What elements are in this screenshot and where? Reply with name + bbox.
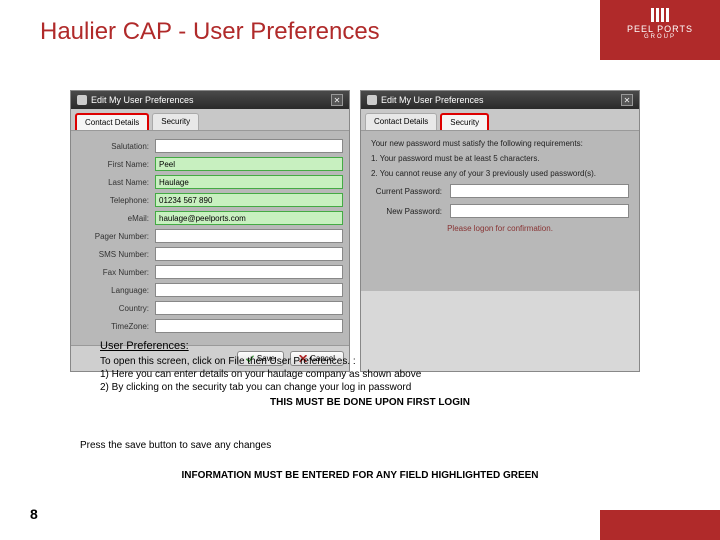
tab-contact-details[interactable]: Contact Details [365,113,437,130]
tabs-contact: Contact Details Security [71,109,349,131]
tab-security[interactable]: Security [440,113,489,130]
window-title-text: Edit My User Preferences [381,95,484,105]
instruction-line-1: 1) Here you can enter details on your ha… [100,369,640,380]
label-timezone: TimeZone: [77,322,155,331]
titlebar-contact: Edit My User Preferences ✕ [71,91,349,109]
instruction-line-2: 2) By clicking on the security tab you c… [100,382,640,393]
label-new-password: New Password: [371,207,450,216]
close-icon[interactable]: ✕ [331,94,343,106]
instructions: User Preferences: To open this screen, c… [100,340,640,408]
brand-name: PEEL PORTS [600,24,720,34]
label-last-name: Last Name: [77,178,155,187]
security-rule-2: 2. You cannot reuse any of your 3 previo… [371,169,629,178]
page-number: 8 [30,506,38,522]
label-email: eMail: [77,214,155,223]
label-first-name: First Name: [77,160,155,169]
window-security: Edit My User Preferences ✕ Contact Detai… [360,90,640,372]
input-language[interactable] [155,283,343,297]
input-timezone[interactable] [155,319,343,333]
close-icon[interactable]: ✕ [621,94,633,106]
instructions-heading: User Preferences: [100,340,640,352]
label-salutation: Salutation: [77,142,155,151]
tabs-security: Contact Details Security [361,109,639,131]
label-pager: Pager Number: [77,232,155,241]
security-intro: Your new password must satisfy the follo… [371,139,629,148]
label-telephone: Telephone: [77,196,155,205]
input-last-name[interactable] [155,175,343,189]
brand-group: GROUP [600,34,720,40]
press-save-note: Press the save button to save any change… [80,440,271,451]
gear-icon [77,95,87,105]
security-form: Your new password must satisfy the follo… [361,131,639,291]
brand-bars [600,8,720,22]
input-pager[interactable] [155,229,343,243]
label-fax: Fax Number: [77,268,155,277]
instruction-bold: THIS MUST BE DONE UPON FIRST LOGIN [100,397,640,408]
instruction-line-0: To open this screen, click on File then … [100,356,640,367]
green-field-warning: INFORMATION MUST BE ENTERED FOR ANY FIEL… [0,470,720,481]
tab-contact-details[interactable]: Contact Details [75,113,149,130]
security-rule-1: 1. Your password must be at least 5 char… [371,154,629,163]
brand-block: PEEL PORTS GROUP [600,0,720,60]
page-title: Haulier CAP - User Preferences [40,18,380,46]
tab-security[interactable]: Security [152,113,199,130]
input-salutation[interactable] [155,139,343,153]
input-current-password[interactable] [450,184,629,198]
input-fax[interactable] [155,265,343,279]
window-title-text: Edit My User Preferences [91,95,194,105]
input-email[interactable] [155,211,343,225]
input-country[interactable] [155,301,343,315]
label-sms: SMS Number: [77,250,155,259]
titlebar-security: Edit My User Preferences ✕ [361,91,639,109]
input-first-name[interactable] [155,157,343,171]
window-contact: Edit My User Preferences ✕ Contact Detai… [70,90,350,372]
label-language: Language: [77,286,155,295]
input-sms[interactable] [155,247,343,261]
label-country: Country: [77,304,155,313]
footer-accent [600,510,720,540]
input-telephone[interactable] [155,193,343,207]
security-hint: Please logon for confirmation. [371,224,629,233]
input-new-password[interactable] [450,204,629,218]
contact-form: Salutation: First Name: Last Name: Telep… [71,131,349,345]
gear-icon [367,95,377,105]
label-current-password: Current Password: [371,187,450,196]
